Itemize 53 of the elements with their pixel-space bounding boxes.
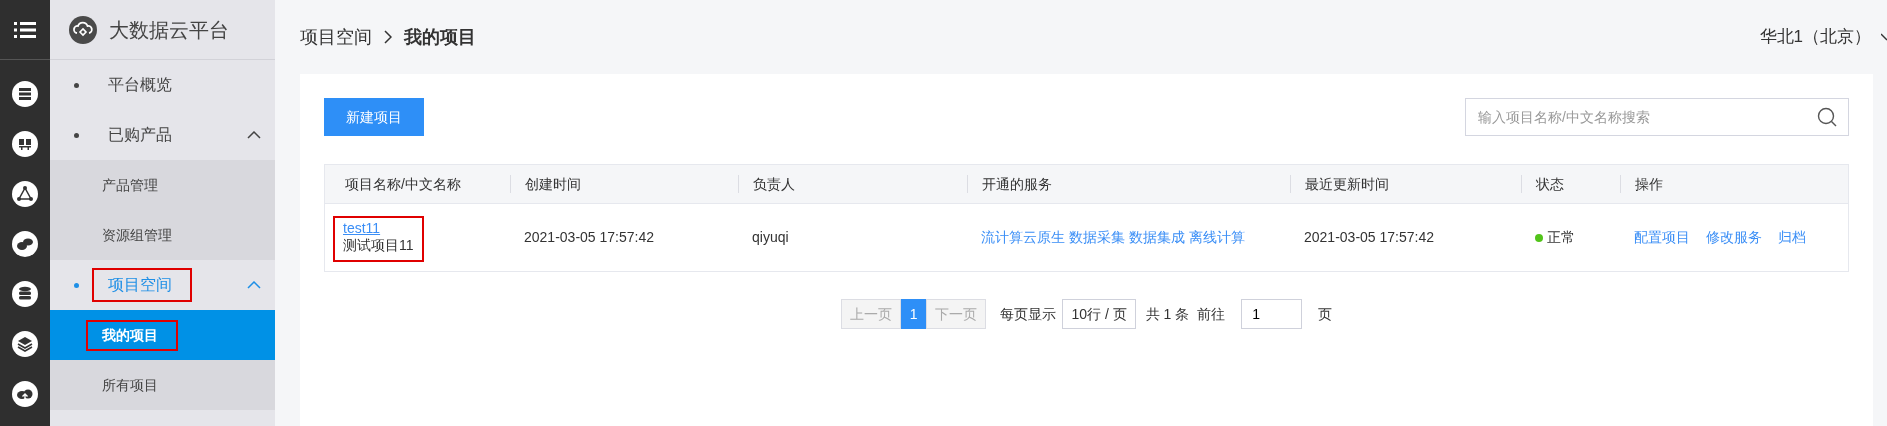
search-icon[interactable] bbox=[1817, 107, 1837, 127]
breadcrumb-item: 我的项目 bbox=[404, 25, 476, 49]
service-link[interactable]: 离线计算 bbox=[1189, 227, 1245, 248]
chevron-up-icon bbox=[247, 131, 261, 139]
column-header: 创建时间 bbox=[510, 175, 738, 193]
server-icon[interactable] bbox=[12, 81, 38, 107]
cloud-upload-icon[interactable] bbox=[12, 381, 38, 407]
sidebar-subitem[interactable]: 产品管理 bbox=[50, 160, 275, 210]
sidebar-item[interactable]: 已购产品 bbox=[50, 110, 275, 160]
layers-icon[interactable] bbox=[12, 331, 38, 357]
per-page-label: 每页显示 bbox=[1000, 304, 1057, 324]
page-input[interactable]: 1 bbox=[1241, 299, 1303, 329]
database-icon[interactable] bbox=[12, 281, 38, 307]
action-link[interactable]: 归档 bbox=[1778, 227, 1806, 248]
table-cell: 2021-03-05 17:57:42 bbox=[1304, 229, 1434, 245]
page-suffix: 页 bbox=[1318, 304, 1333, 324]
status-text: 正常 bbox=[1547, 228, 1575, 247]
column-header: 状态 bbox=[1521, 175, 1620, 193]
chevron-right-icon bbox=[384, 30, 392, 44]
new-project-button[interactable]: 新建项目 bbox=[324, 98, 424, 136]
column-header: 项目名称/中文名称 bbox=[344, 175, 462, 193]
cloud-icon[interactable] bbox=[12, 231, 38, 257]
region-selector[interactable]: 华北1（北京） bbox=[1759, 24, 1887, 50]
table-cell: qiyuqi bbox=[752, 229, 789, 245]
action-link[interactable]: 配置项目 bbox=[1634, 227, 1690, 248]
total-count: 共 1 条 bbox=[1145, 304, 1190, 324]
page-size-select[interactable]: 10行 / 页 bbox=[1062, 299, 1136, 329]
network-icon[interactable] bbox=[12, 181, 38, 207]
service-link[interactable]: 数据集成 bbox=[1129, 227, 1185, 248]
column-header: 负责人 bbox=[738, 175, 967, 193]
monitor-icon[interactable] bbox=[12, 131, 38, 157]
sidebar-item[interactable]: 平台概览 bbox=[50, 60, 275, 110]
chevron-up-icon bbox=[247, 281, 261, 289]
page-number[interactable]: 1 bbox=[900, 299, 927, 329]
goto-label: 前往 bbox=[1197, 304, 1226, 324]
service-link[interactable]: 数据采集 bbox=[1069, 227, 1125, 248]
sidebar-subitem[interactable]: 资源组管理 bbox=[50, 210, 275, 260]
breadcrumb-item[interactable]: 项目空间 bbox=[300, 23, 372, 51]
sidebar-item[interactable]: 项目空间 bbox=[50, 260, 275, 310]
service-link[interactable]: 流计算云原生 bbox=[981, 227, 1065, 248]
sidebar-subitem[interactable]: 所有项目 bbox=[50, 360, 275, 410]
action-link[interactable]: 修改服务 bbox=[1706, 227, 1762, 248]
project-name-link[interactable]: test11 bbox=[343, 219, 381, 236]
column-header: 操作 bbox=[1620, 175, 1846, 193]
sidebar-subitem[interactable]: 我的项目 bbox=[50, 310, 275, 360]
cloud-link-icon bbox=[69, 15, 97, 44]
sidebar-title: 大数据云平台 bbox=[109, 17, 229, 43]
column-header: 最近更新时间 bbox=[1290, 175, 1521, 193]
column-header: 开通的服务 bbox=[967, 175, 1290, 193]
menu-icon[interactable] bbox=[14, 20, 36, 39]
project-cn-name: 测试项目11 bbox=[343, 236, 414, 254]
table-cell: 2021-03-05 17:57:42 bbox=[524, 229, 654, 245]
search-field[interactable]: 输入项目名称/中文名称搜索 bbox=[1465, 98, 1849, 136]
